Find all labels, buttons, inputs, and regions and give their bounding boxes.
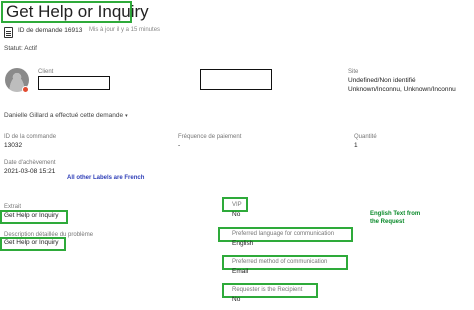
pref-language-label: Preferred language for communication [232,231,335,237]
order-id-label: ID de la commande [4,134,57,140]
requester-dropdown[interactable]: Danielle Gillard a effectué cette demand… [4,112,128,119]
presence-status-icon [22,86,29,93]
order-id-value: 13032 [4,142,23,149]
completion-date-value: 2021-03-08 15:21 [4,168,56,175]
request-id: ID de demande 16913 [18,27,83,34]
payment-frequency-label: Fréquence de paiement [178,134,242,140]
payment-frequency-value: - [178,142,181,149]
vip-value: No [232,211,241,218]
updated-timestamp: Mis à jour il y a 15 minutes [89,27,161,33]
client-label: Client [38,69,54,75]
site-line-2: Unknown/Inconnu, Unknown/Inconnu [348,86,456,93]
pref-method-label: Preferred method of communication [232,259,328,265]
site-line-1: Undefined/Non identifié [348,77,416,84]
description-value: Get Help or Inquiry [4,239,59,246]
french-labels-note: All other Labels are French [67,175,145,181]
completion-date-label: Date d'achèvement [4,160,56,166]
english-note-line-1: English Text from [370,211,421,217]
page-title-text: Get Help or Inquiry [6,2,149,21]
recipient-value: No [232,296,241,303]
quantity-label: Quantité [354,134,377,140]
chevron-down-icon: ▾ [125,113,128,119]
recipient-label: Requester is the Recipient [232,287,303,293]
requester-text: Danielle Gillard a effectué cette demand… [4,112,124,119]
document-icon [4,27,13,38]
site-label: Site [348,69,359,75]
contact-redacted [200,69,272,90]
quantity-value: 1 [354,142,358,149]
english-note-line-2: the Request [370,219,405,225]
pref-method-value: Email [232,268,249,275]
vip-label: VIP [232,202,242,208]
page-title: Get Help or Inquiry [1,1,149,23]
client-name-redacted [38,76,110,90]
pref-language-value: English [232,240,254,247]
status-text: Statut: Actif [4,45,37,52]
summary-value: Get Help or Inquiry [4,212,59,219]
